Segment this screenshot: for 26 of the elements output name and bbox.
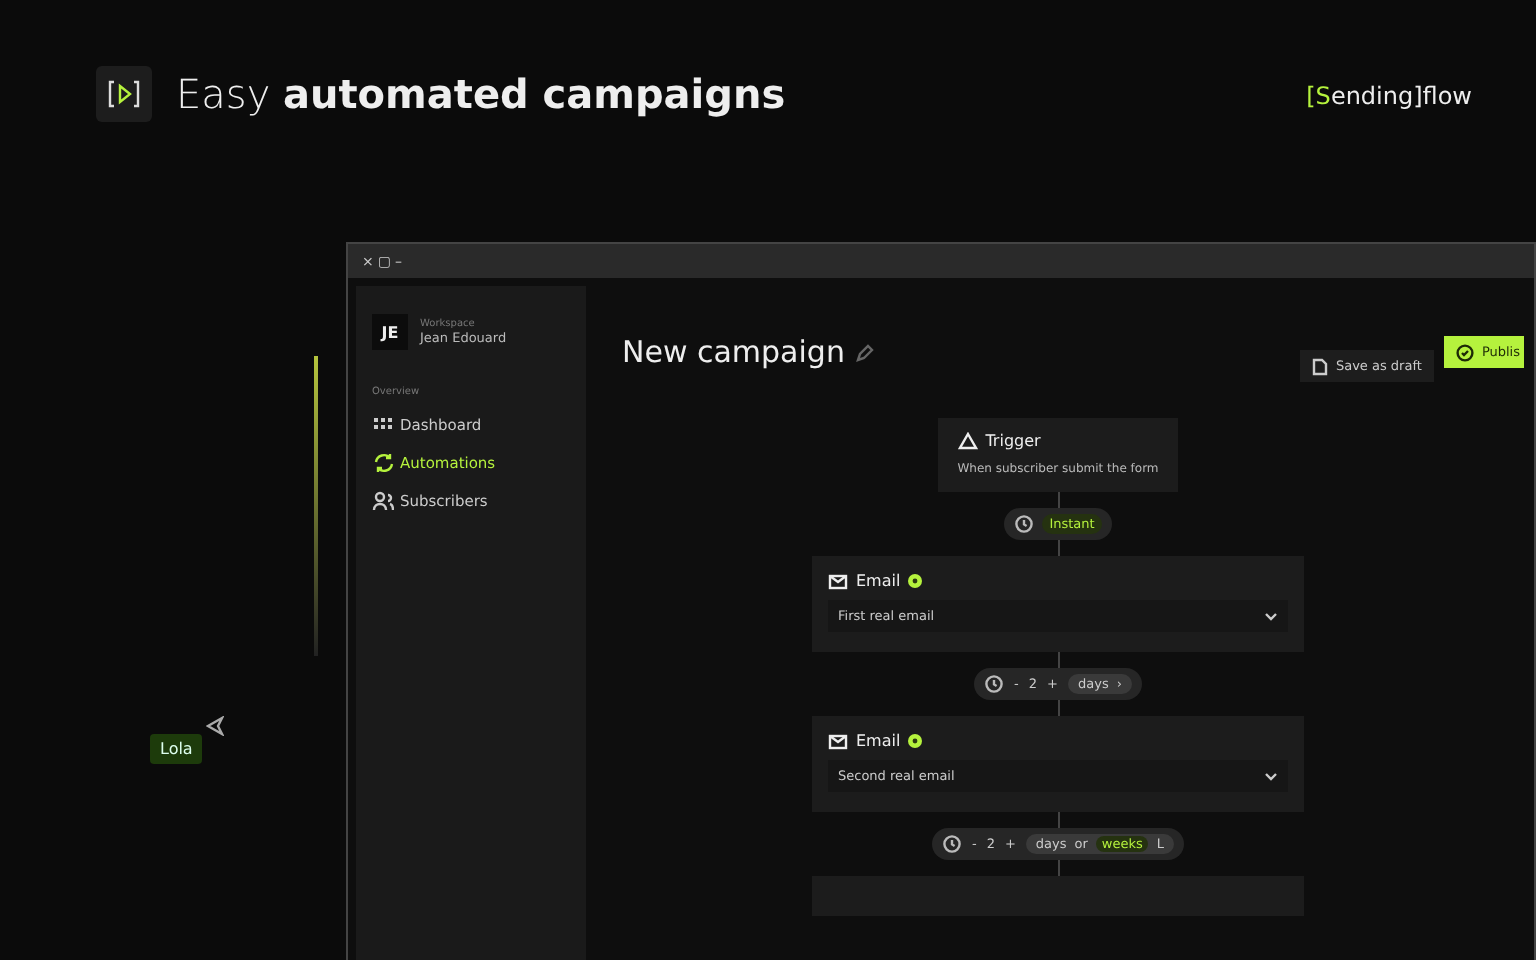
card-title: Email [856,572,901,590]
people-icon [372,490,394,512]
page-title: New campaign [622,334,845,370]
envelope-icon [828,573,848,589]
cursor-pointer-icon [206,716,224,736]
cycle-arrows-icon [372,452,394,474]
document-icon [1311,357,1328,375]
status-dot-icon [908,734,923,748]
workspace-avatar: JE [372,314,408,350]
card-title: Email [856,732,901,750]
status-dot-icon [908,574,923,588]
clock-icon [1013,514,1034,534]
clock-icon [941,834,962,854]
clock-icon [984,674,1005,694]
warning-triangle-icon [957,432,978,450]
pencil-icon [856,343,875,361]
envelope-icon [828,733,848,749]
check-circle-icon [1455,343,1474,361]
step-card[interactable] [812,876,1304,916]
headline: Easy automated campaigns [176,70,788,118]
play-bracket-logo-icon [96,66,152,122]
brand-logo: [Sending]flow [1306,82,1472,110]
card-title: Trigger [985,432,1041,450]
cursor-name-tag: Lola [150,734,203,764]
chevron-down-icon [1264,611,1278,621]
chevron-down-icon [1264,771,1278,781]
